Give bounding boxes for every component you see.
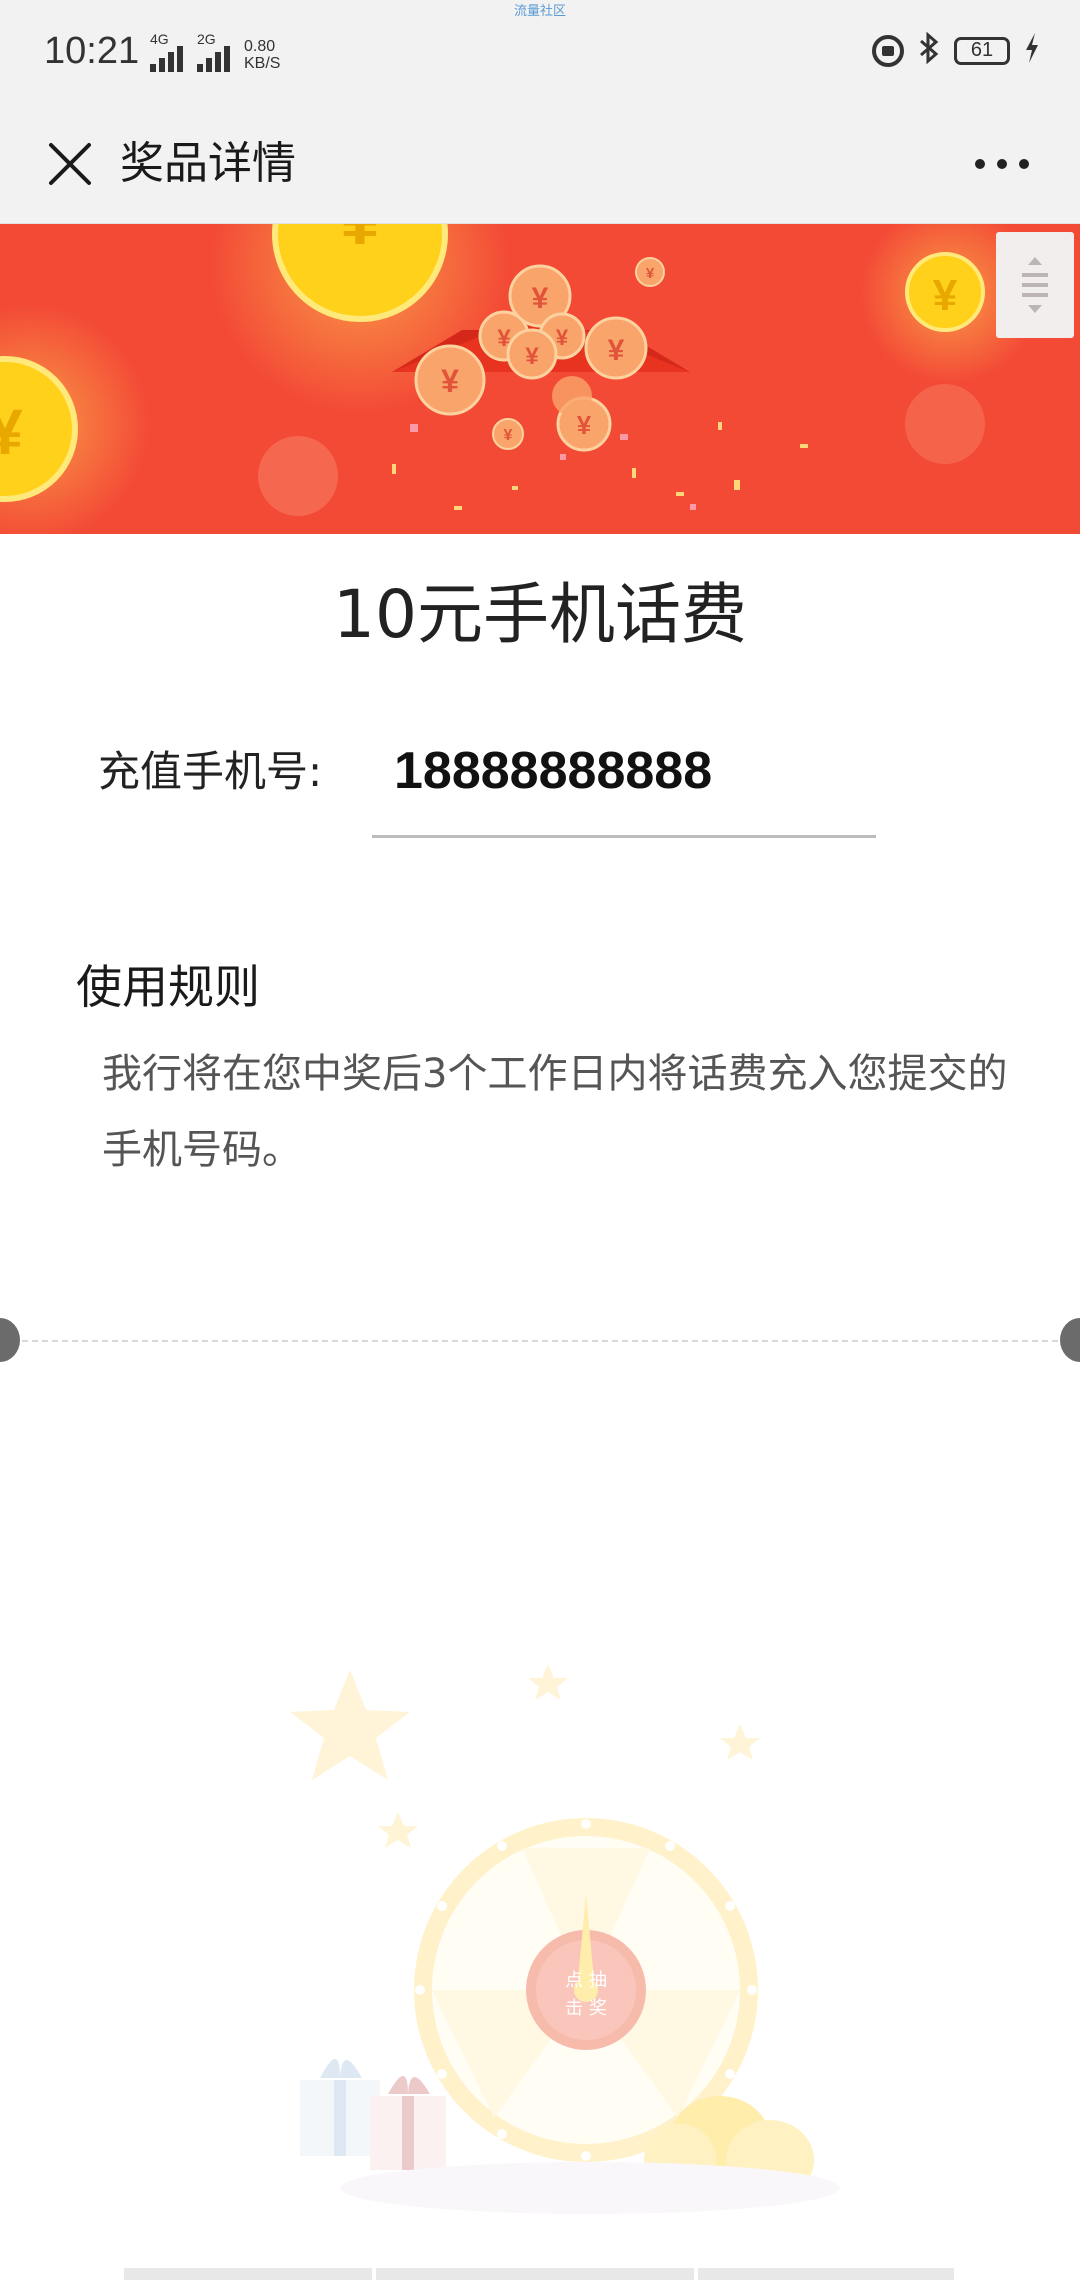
signal-strength-2: 2G [197,32,230,72]
status-time: 10:21 [44,30,140,72]
status-bar: 流量社区 10:21 4G 2G 0.80 KB/S 61 [0,0,1080,104]
network-provider-label: 流量社区 [513,3,566,18]
phone-label: 充值手机号: [98,747,323,796]
more-button[interactable] [954,126,1050,202]
signal-type-label: 2G [197,31,216,47]
dashed-divider [22,1340,1058,1342]
svg-text:¥: ¥ [0,396,23,468]
title-bar: 奖品详情 [0,104,1080,224]
rules-text: 我行将在您中奖后3个工作日内将话费充入您提交的手机号码。 [102,1051,1008,1173]
lock-rotation-icon [872,34,904,67]
prize-detail-page: 流量社区 10:21 4G 2G 0.80 KB/S 61 奖品详情 ¥ ¥ ¥… [0,0,1080,2280]
svg-text:¥: ¥ [504,427,513,444]
svg-text:¥: ¥ [532,282,549,315]
bottom-toolbar-hint [124,2268,954,2280]
signal-strength-1: 4G [150,32,183,72]
more-icon [997,159,1007,169]
svg-text:¥: ¥ [646,265,655,282]
prize-banner: ¥ ¥ ¥ ¥ ¥ ¥ ¥ ¥ ¥ ¥ ¥ ¥ [0,224,1080,534]
close-button[interactable] [32,126,108,202]
svg-text:¥: ¥ [525,343,539,370]
phone-number-field[interactable]: 18888888888 [394,736,712,806]
network-speed: 0.80 KB/S [244,38,280,72]
more-icon [975,159,985,169]
speed-value: 0.80 [244,38,276,55]
scroll-arrows-icon [1022,257,1048,313]
page-title: 奖品详情 [120,138,296,189]
svg-text:¥: ¥ [556,325,569,350]
signal-bars-icon [150,46,183,72]
battery-level: 61 [970,39,994,61]
wheel-button-text-line1: 点 抽 [565,1970,607,1991]
signal-type-label: 4G [150,31,169,47]
network-indicators: 4G 2G 0.80 KB/S [150,32,280,72]
svg-text:¥: ¥ [933,271,958,320]
battery-icon: 61 [954,36,1010,65]
ticket-notch-left [0,1318,20,1362]
prize-name: 10元手机话费 [333,576,747,653]
red-envelope-coins-illustration: ¥ ¥ ¥ ¥ ¥ ¥ ¥ ¥ ¥ ¥ ¥ ¥ [0,224,1040,534]
wheel-button-text-line2: 击 奖 [565,1998,607,2019]
phone-field-underline [372,835,876,838]
charging-icon [1024,33,1040,68]
scroll-handle[interactable] [996,232,1074,338]
svg-text:¥: ¥ [441,363,459,399]
rules-heading: 使用规则 [76,960,260,1014]
bluetooth-icon [918,31,940,69]
more-icon [1019,159,1029,169]
lottery-wheel-illustration: 点 抽 击 奖 [290,1664,840,2214]
signal-bars-icon [197,46,230,72]
svg-text:¥: ¥ [341,224,380,259]
status-icons: 61 [872,31,1040,69]
speed-unit: KB/S [244,55,281,72]
close-icon [49,143,91,185]
ticket-notch-right [1060,1318,1080,1362]
svg-text:¥: ¥ [608,334,625,367]
